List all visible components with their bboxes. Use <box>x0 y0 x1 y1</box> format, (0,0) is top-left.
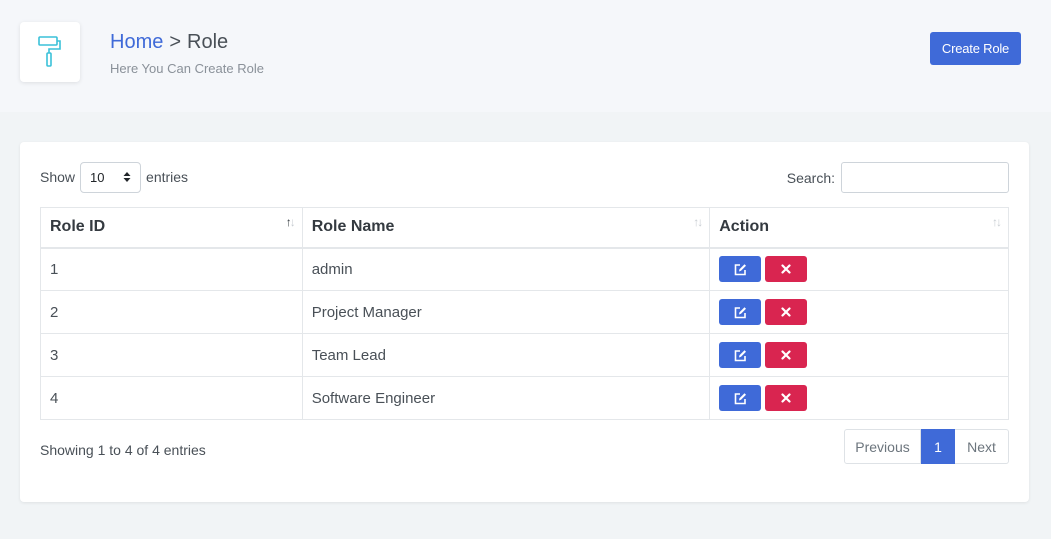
edit-icon <box>734 306 746 318</box>
select-arrows-icon <box>123 172 131 182</box>
column-header-role-id[interactable]: Role ID ↑↓ <box>40 207 303 249</box>
edit-icon <box>734 392 746 404</box>
page-length-select[interactable]: 10 <box>80 161 142 193</box>
column-label: Role ID <box>50 218 106 236</box>
role-id-cell: 3 <box>40 333 303 377</box>
close-icon <box>781 264 791 274</box>
breadcrumb: Home > Role <box>110 30 228 54</box>
page-icon-box <box>20 22 80 82</box>
page-header: Home > Role Here You Can Create Role Creat… <box>0 0 1051 112</box>
paint-roller-icon <box>38 36 61 67</box>
table-row: 1 admin <box>40 247 1009 291</box>
table-row: 4 Software Engineer <box>40 376 1009 420</box>
column-header-action[interactable]: Action ↑↓ <box>709 207 1009 249</box>
sort-asc-icon: ↑↓ <box>285 215 296 229</box>
close-icon <box>781 350 791 360</box>
table-row: 3 Team Lead <box>40 333 1009 377</box>
role-name-cell: Software Engineer <box>301 376 711 420</box>
pagination-page-1[interactable]: 1 <box>921 429 955 464</box>
sort-icon: ↑↓ <box>992 215 1002 229</box>
search-label: Search: <box>786 169 835 186</box>
close-icon <box>781 393 791 403</box>
table-info: Showing 1 to 4 of 4 entries <box>40 442 206 458</box>
entries-label: entries <box>146 169 189 185</box>
page-length-value: 10 <box>90 169 105 185</box>
role-id-cell: 1 <box>40 247 303 291</box>
edit-button[interactable] <box>719 256 762 283</box>
sort-icon: ↑↓ <box>693 215 703 229</box>
delete-button[interactable] <box>765 342 808 368</box>
column-header-role-name[interactable]: Role Name ↑↓ <box>301 207 711 249</box>
breadcrumb-separator: > <box>169 31 182 53</box>
delete-button[interactable] <box>765 299 808 325</box>
edit-button[interactable] <box>719 299 762 325</box>
search-control: Search: <box>787 162 1009 193</box>
search-input[interactable] <box>841 162 1009 193</box>
table-row: 2 Project Manager <box>40 290 1009 334</box>
role-id-cell: 4 <box>40 376 303 420</box>
edit-icon <box>734 349 746 361</box>
show-label: Show <box>40 169 76 185</box>
role-name-cell: admin <box>301 247 711 291</box>
create-role-button[interactable]: Create Role <box>930 32 1021 65</box>
table-header-row: Role ID ↑↓ Role Name ↑↓ Action ↑↓ <box>40 207 1009 249</box>
role-name-cell: Team Lead <box>301 333 711 377</box>
action-cell <box>709 376 1009 420</box>
pagination: Previous 1 Next <box>844 429 1009 464</box>
roles-table: Role ID ↑↓ Role Name ↑↓ Action ↑↓ 1 admi… <box>40 207 1009 420</box>
role-name-cell: Project Manager <box>301 290 711 334</box>
edit-button[interactable] <box>719 385 762 411</box>
page-length-control: Show 10 entries <box>40 161 188 193</box>
breadcrumb-home-link[interactable]: Home <box>110 31 163 53</box>
breadcrumb-current: Role <box>187 31 229 53</box>
pagination-previous[interactable]: Previous <box>844 429 921 464</box>
action-cell <box>709 290 1009 334</box>
column-label: Action <box>719 218 770 236</box>
close-icon <box>781 307 791 317</box>
page-subtitle: Here You Can Create Role <box>110 61 264 76</box>
pagination-next[interactable]: Next <box>955 429 1009 464</box>
delete-button[interactable] <box>765 256 808 283</box>
role-id-cell: 2 <box>40 290 303 334</box>
edit-button[interactable] <box>719 342 762 368</box>
column-label: Role Name <box>311 218 395 236</box>
action-cell <box>709 247 1009 291</box>
edit-icon <box>734 263 746 276</box>
delete-button[interactable] <box>765 385 808 411</box>
roles-card: Show 10 entries Search: Role ID ↑↓ Role … <box>20 142 1029 502</box>
action-cell <box>709 333 1009 377</box>
